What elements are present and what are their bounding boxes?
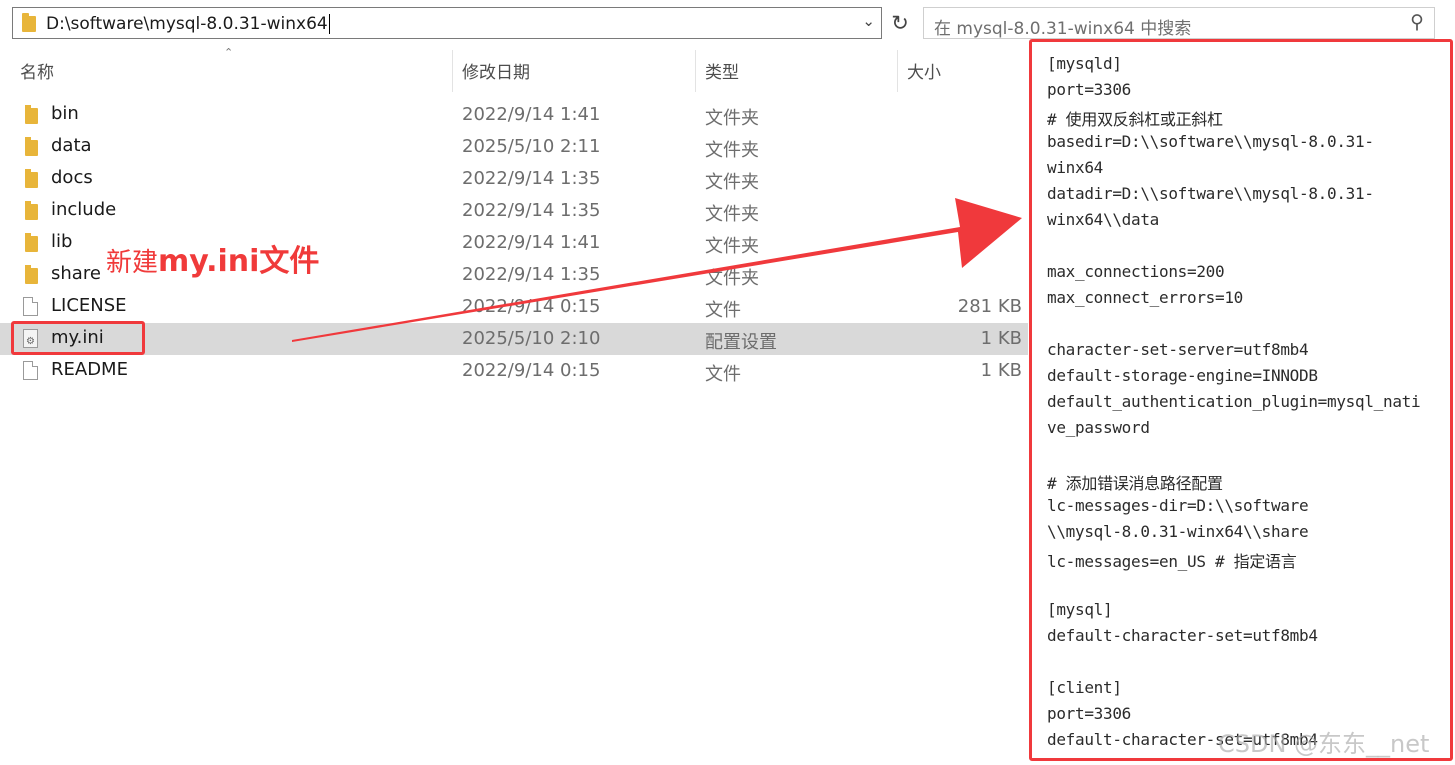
config-line: default-character-set=utf8mb4 [1047, 626, 1318, 645]
annotation-arrow [292, 198, 1022, 342]
config-line: character-set-server=utf8mb4 [1047, 340, 1309, 359]
config-preview-panel: [mysqld] port=3306 # 使用双反斜杠或正斜杠 basedir=D:\… [1029, 39, 1453, 761]
config-line: basedir=D:\\software\\mysql-8.0.31- [1047, 132, 1374, 151]
config-line: default_authentication_plugin=mysql_nati [1047, 392, 1421, 411]
config-line: max_connections=200 [1047, 262, 1225, 281]
config-line: [mysqld] [1047, 54, 1122, 73]
config-line: ve_password [1047, 418, 1150, 437]
config-line: port=3306 [1047, 704, 1131, 723]
config-line: \\mysql-8.0.31-winx64\\share [1047, 522, 1309, 541]
config-line: [mysql] [1047, 600, 1113, 619]
config-line: winx64 [1047, 158, 1103, 177]
config-line: # 添加错误消息路径配置 [1047, 474, 1223, 493]
config-line: # 使用双反斜杠或正斜杠 [1047, 110, 1223, 129]
watermark: CSDN @东东__net [1218, 730, 1430, 758]
config-line: port=3306 [1047, 80, 1131, 99]
annotation-label: 新建my.ini文件 [106, 244, 320, 279]
config-line: [client] [1047, 678, 1122, 697]
config-line: datadir=D:\\software\\mysql-8.0.31- [1047, 184, 1374, 203]
config-line: lc-messages-dir=D:\\software [1047, 496, 1309, 515]
config-line: max_connect_errors=10 [1047, 288, 1243, 307]
config-line: lc-messages=en_US # 指定语言 [1047, 552, 1297, 571]
highlight-box-myini [11, 321, 145, 355]
config-line: default-storage-engine=INNODB [1047, 366, 1318, 385]
config-line: winx64\\data [1047, 210, 1159, 229]
